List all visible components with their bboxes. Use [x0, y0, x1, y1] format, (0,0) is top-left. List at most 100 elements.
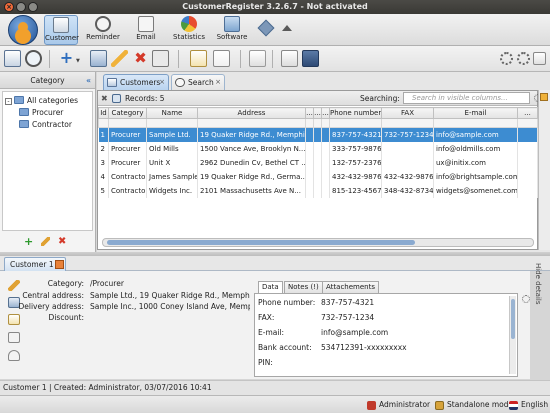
- data-label: FAX:: [258, 313, 275, 322]
- collapse-ribbon-icon[interactable]: [282, 25, 292, 31]
- customer-card-icon[interactable]: [55, 260, 64, 269]
- table-cell: 3: [98, 155, 109, 170]
- maximize-window-button[interactable]: [28, 2, 38, 12]
- user-indicator[interactable]: Administrator: [366, 396, 430, 413]
- column-header[interactable]: Name: [146, 107, 198, 119]
- new-document-icon[interactable]: [213, 50, 230, 67]
- note-icon[interactable]: [190, 50, 207, 67]
- table-cell: Procurer: [108, 141, 147, 156]
- table-cell: info@brightsample.com: [433, 169, 518, 184]
- app-logo[interactable]: [8, 15, 38, 45]
- table-row[interactable]: 1 Procurer Sample Ltd. 19 Quaker Ridge Rd.,…: [98, 127, 538, 142]
- minimize-window-button[interactable]: [16, 2, 26, 12]
- mail-icon[interactable]: [8, 350, 20, 361]
- table-row[interactable]: 5 Contractor Widgets Inc. 2101 Massachusett…: [98, 183, 538, 198]
- filter-cell[interactable]: [108, 118, 147, 128]
- data-value: info@sample.com: [321, 328, 389, 337]
- add-category-icon[interactable]: +: [24, 235, 33, 248]
- column-header[interactable]: FAX: [381, 107, 434, 119]
- ribbon-tab-statistics[interactable]: Statistics: [171, 15, 207, 45]
- folder-icon: [14, 96, 24, 104]
- close-window-button[interactable]: ×: [4, 2, 14, 12]
- navigate-diamond-icon[interactable]: [257, 19, 275, 37]
- filter-cell[interactable]: [146, 118, 198, 128]
- table-cell: [517, 183, 538, 198]
- delete-icon[interactable]: ✖: [132, 50, 149, 67]
- close-tab-icon[interactable]: ×: [215, 75, 221, 90]
- vertical-scrollbar[interactable]: [509, 296, 516, 374]
- tree-expand-icon[interactable]: -: [5, 98, 12, 105]
- tab-data[interactable]: Data: [258, 281, 283, 293]
- table-cell: 348-432-8734: [381, 183, 434, 198]
- tab-customers[interactable]: Customers ×: [103, 74, 169, 90]
- refresh-icon[interactable]: [112, 94, 121, 103]
- column-header[interactable]: ...: [313, 107, 322, 119]
- table-cell: [305, 127, 314, 142]
- filter-cell[interactable]: [305, 118, 314, 128]
- table-row[interactable]: 4 Contractor James Sample 19 Quaker Ridge R…: [98, 169, 538, 184]
- collapse-sidebar-icon[interactable]: «: [86, 72, 91, 89]
- layout-icon[interactable]: [533, 52, 546, 65]
- table-cell: [321, 183, 330, 198]
- table-view-icon[interactable]: [4, 50, 21, 67]
- search-icon[interactable]: [25, 50, 42, 67]
- tab-notes[interactable]: Notes (!): [284, 281, 323, 293]
- save-icon[interactable]: [302, 50, 319, 67]
- column-header[interactable]: E-mail: [433, 107, 518, 119]
- options-gear-icon[interactable]: [517, 52, 530, 65]
- filter-cell[interactable]: [329, 118, 382, 128]
- language-selector[interactable]: English: [508, 396, 548, 413]
- hide-details-toggle[interactable]: Hide details: [532, 263, 546, 383]
- filter-cell[interactable]: [433, 118, 518, 128]
- tab-attachments[interactable]: Attachements: [322, 281, 379, 293]
- table-cell: 19 Quaker Ridge Rd., Memphis...: [197, 127, 306, 142]
- ribbon-tab-email[interactable]: Email: [129, 15, 163, 45]
- filter-cell[interactable]: [381, 118, 434, 128]
- delete-category-icon[interactable]: ✖: [58, 236, 66, 247]
- ribbon-tab-customer[interactable]: Customer: [44, 15, 79, 45]
- table-cell: ux@initix.com: [433, 155, 518, 170]
- add-dropdown-icon[interactable]: ▼: [76, 58, 80, 64]
- column-header[interactable]: Id: [98, 107, 109, 119]
- tree-item-procurer[interactable]: Procurer: [19, 107, 63, 118]
- column-header[interactable]: Phone number: [329, 107, 382, 119]
- ribbon-tab-software[interactable]: Software: [215, 15, 249, 45]
- edit-category-icon[interactable]: [41, 237, 50, 246]
- scrollbar-thumb[interactable]: [107, 240, 415, 245]
- tab-customer-1[interactable]: Customer 1: [4, 257, 66, 271]
- add-icon[interactable]: +: [58, 50, 75, 67]
- detail-settings-icon[interactable]: [522, 295, 530, 303]
- document-icon[interactable]: [8, 332, 20, 343]
- table-row[interactable]: 3 Procurer Unit X 2962 Dunedin Cv, Bethel C…: [98, 155, 538, 170]
- column-header[interactable]: Category: [108, 107, 147, 119]
- column-header[interactable]: ...: [305, 107, 314, 119]
- settings-gear-icon[interactable]: [500, 52, 513, 65]
- filter-cell[interactable]: [98, 118, 109, 128]
- ribbon-tab-reminder[interactable]: Reminder: [86, 15, 120, 45]
- tree-item-all-categories[interactable]: - All categories: [5, 95, 78, 106]
- horizontal-scrollbar[interactable]: [102, 238, 534, 247]
- field-value: /Procurer: [90, 279, 124, 288]
- filter-cell[interactable]: [313, 118, 322, 128]
- print-icon[interactable]: [152, 50, 169, 67]
- column-chooser-icon[interactable]: [540, 93, 548, 101]
- search-input[interactable]: Search in visible columns...: [403, 92, 530, 104]
- mail-icon[interactable]: [281, 50, 298, 67]
- data-label: Bank account:: [258, 343, 312, 352]
- edit-pencil-icon[interactable]: [111, 50, 128, 67]
- filter-cell[interactable]: [321, 118, 330, 128]
- column-header[interactable]: ...: [321, 107, 330, 119]
- tree-item-contractor[interactable]: Contractor: [19, 119, 72, 130]
- table-row[interactable]: 2 Procurer Old Mills 1500 Vance Ave, Brookl…: [98, 141, 538, 156]
- filter-cell[interactable]: [517, 118, 538, 128]
- table-cell: [305, 169, 314, 184]
- column-header[interactable]: Address: [197, 107, 306, 119]
- pages-icon[interactable]: [249, 50, 266, 67]
- column-header[interactable]: ...: [517, 107, 538, 119]
- clear-filter-icon[interactable]: ✖: [101, 94, 108, 103]
- tab-search[interactable]: Search ×: [171, 74, 225, 90]
- copy-customer-icon[interactable]: [90, 50, 107, 67]
- close-tab-icon[interactable]: ×: [159, 75, 165, 90]
- filter-cell[interactable]: [197, 118, 306, 128]
- mode-indicator[interactable]: Standalone mode: [434, 396, 513, 413]
